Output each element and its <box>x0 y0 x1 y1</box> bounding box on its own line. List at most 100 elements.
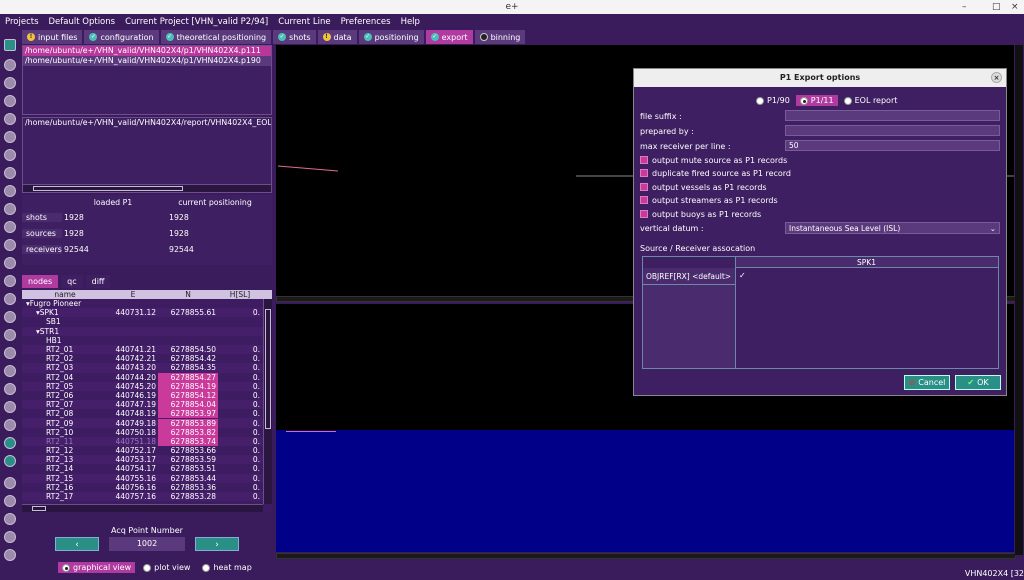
checkbox-checked-icon[interactable] <box>640 156 648 164</box>
tab-input-files[interactable]: ! input files <box>22 30 83 44</box>
ok-button[interactable]: ✔ OK <box>955 375 1001 390</box>
tool-icon[interactable] <box>4 513 16 525</box>
close-icon[interactable]: × <box>991 72 1002 83</box>
file-item[interactable]: /home/ubuntu/e+/VHN_valid/VHN402X4/p1/VH… <box>23 56 271 66</box>
view-plot[interactable]: plot view <box>139 562 194 573</box>
table-row[interactable]: ▾ SPK1 440731.12 6278855.61 0. <box>22 308 272 318</box>
tool-icon[interactable] <box>4 203 16 215</box>
tab-nodes[interactable]: nodes <box>22 275 59 288</box>
tool-icon[interactable] <box>4 167 16 179</box>
tab-export[interactable]: ✓ export <box>425 30 473 44</box>
tab-data[interactable]: ! data <box>317 30 357 44</box>
col-e[interactable]: E <box>108 290 158 299</box>
scroll-thumb[interactable] <box>32 506 46 511</box>
tool-icon[interactable] <box>4 131 16 143</box>
tool-icon[interactable] <box>4 365 16 377</box>
tool-icon[interactable] <box>4 293 16 305</box>
tool-icon[interactable] <box>4 95 16 107</box>
table-row[interactable]: RT2_11 440751.18 6278853.74 0. <box>22 436 272 446</box>
file-item[interactable]: /home/ubuntu/e+/VHN_valid/VHN402X4/p1/VH… <box>23 46 271 56</box>
table-row[interactable]: RT2_06 440746.19 6278854.12 0. <box>22 390 272 401</box>
format-p111[interactable]: P1/11 <box>795 95 838 106</box>
table-row[interactable]: RT2_03 440743.20 6278854.35 0. <box>22 363 272 373</box>
tool-icon[interactable] <box>4 275 16 287</box>
table-row[interactable]: ▾ STR1 <box>22 326 272 336</box>
checkbox-icon[interactable] <box>640 210 648 218</box>
format-eol-report[interactable]: EOL report <box>840 95 902 106</box>
tab-shots[interactable]: ✓ shots <box>273 30 316 44</box>
file-item[interactable]: /home/ubuntu/e+/VHN_valid/VHN402X4/repor… <box>23 118 271 128</box>
tab-diff[interactable]: diff <box>85 275 111 288</box>
format-p190[interactable]: P1/90 <box>752 95 794 106</box>
tool-icon[interactable] <box>4 77 16 89</box>
table-row[interactable]: RT2_08 440748.19 6278853.97 0. <box>22 409 272 419</box>
tab-positioning[interactable]: ✓ positioning <box>358 30 424 44</box>
prev-button[interactable]: ‹ <box>55 537 99 551</box>
scroll-thumb[interactable] <box>265 309 271 429</box>
table-row[interactable]: RT2_01 440741.21 6278854.50 0. <box>22 344 272 355</box>
horizontal-scrollbar[interactable] <box>23 184 271 192</box>
table-row[interactable]: RT2_07 440747.19 6278854.04 0. <box>22 400 272 410</box>
table-row[interactable]: RT2_05 440745.20 6278854.19 0. <box>22 381 272 391</box>
table-row[interactable]: RT2_09 440749.18 6278853.89 0. <box>22 418 272 428</box>
option-vessels[interactable]: output vessels as P1 records <box>640 181 767 193</box>
tool-icon[interactable] <box>4 401 16 413</box>
tool-icon[interactable] <box>4 531 16 543</box>
save-icon[interactable] <box>4 455 16 467</box>
tool-icon[interactable] <box>4 257 16 269</box>
table-row[interactable]: RT2_12 440752.17 6278853.66 0. <box>22 446 272 456</box>
vertical-datum-select[interactable]: Instantaneous Sea Level (ISL) ⌄ <box>785 222 1000 234</box>
table-row[interactable]: RT2_14 440754.17 6278853.51 0. <box>22 464 272 474</box>
checkbox-checked-icon[interactable] <box>640 183 648 191</box>
menu-help[interactable]: Help <box>401 17 420 27</box>
table-row[interactable]: RT2_02 440742.21 6278854.42 0. <box>22 354 272 364</box>
tool-icon[interactable] <box>4 383 16 395</box>
tool-icon[interactable] <box>4 185 16 197</box>
vertical-scrollbar[interactable] <box>263 299 272 504</box>
tool-icon[interactable] <box>4 329 16 341</box>
tool-icon[interactable] <box>4 419 16 431</box>
tool-icon[interactable] <box>4 239 16 251</box>
next-button[interactable]: › <box>195 537 239 551</box>
vertical-scrollbar[interactable] <box>1015 45 1023 555</box>
table-row[interactable]: RT2_17 440757.16 6278853.28 0. <box>22 491 272 502</box>
acq-point-field[interactable]: 1002 <box>109 537 185 551</box>
tool-icon[interactable] <box>4 495 16 507</box>
tab-binning[interactable]: binning <box>474 30 526 44</box>
tool-icon[interactable] <box>4 549 16 561</box>
tool-icon[interactable] <box>4 113 16 125</box>
col-n[interactable]: N <box>158 290 218 299</box>
table-row[interactable]: HB1 <box>22 335 272 345</box>
tool-icon[interactable] <box>4 221 16 233</box>
tool-icon[interactable] <box>4 149 16 161</box>
close-icon[interactable]: × <box>1011 0 1019 14</box>
table-row[interactable]: RT2_15 440755.16 6278853.44 0. <box>22 473 272 483</box>
graphic-canvas-water[interactable] <box>276 430 1014 552</box>
tool-icon[interactable] <box>4 311 16 323</box>
tool-icon[interactable] <box>4 59 16 71</box>
option-buoys[interactable]: output buoys as P1 records <box>640 208 761 220</box>
table-row[interactable]: SB1 <box>22 317 272 327</box>
tab-configuration[interactable]: ✓ configuration <box>84 30 159 44</box>
tab-theoretical-positioning[interactable]: ✓ theoretical positioning <box>160 30 272 44</box>
minimize-icon[interactable]: – <box>962 0 967 14</box>
maximize-icon[interactable]: □ <box>992 0 1001 14</box>
col-h[interactable]: H[SL] <box>218 290 262 299</box>
home-icon[interactable] <box>4 39 16 51</box>
menu-projects[interactable]: Projects <box>5 17 39 27</box>
tab-qc[interactable]: qc <box>61 275 83 288</box>
scroll-thumb[interactable] <box>33 186 183 191</box>
checkbox-icon[interactable] <box>640 196 648 204</box>
menu-current-line[interactable]: Current Line <box>278 17 330 27</box>
table-row[interactable]: ▾ Fugro Pioneer <box>22 299 272 309</box>
checkbox-icon[interactable] <box>640 169 648 177</box>
menu-default-options[interactable]: Default Options <box>49 17 116 27</box>
cancel-button[interactable]: ⊘ Cancel <box>904 375 950 390</box>
horizontal-scrollbar[interactable] <box>276 553 1016 559</box>
horizontal-scrollbar[interactable] <box>22 504 263 512</box>
option-duplicate-fired[interactable]: duplicate fired source as P1 record <box>640 167 791 179</box>
max-receiver-input[interactable]: 50 <box>785 140 1000 151</box>
save-icon[interactable] <box>4 437 16 449</box>
view-graphical[interactable]: graphical view <box>58 562 136 573</box>
menu-preferences[interactable]: Preferences <box>341 17 391 27</box>
